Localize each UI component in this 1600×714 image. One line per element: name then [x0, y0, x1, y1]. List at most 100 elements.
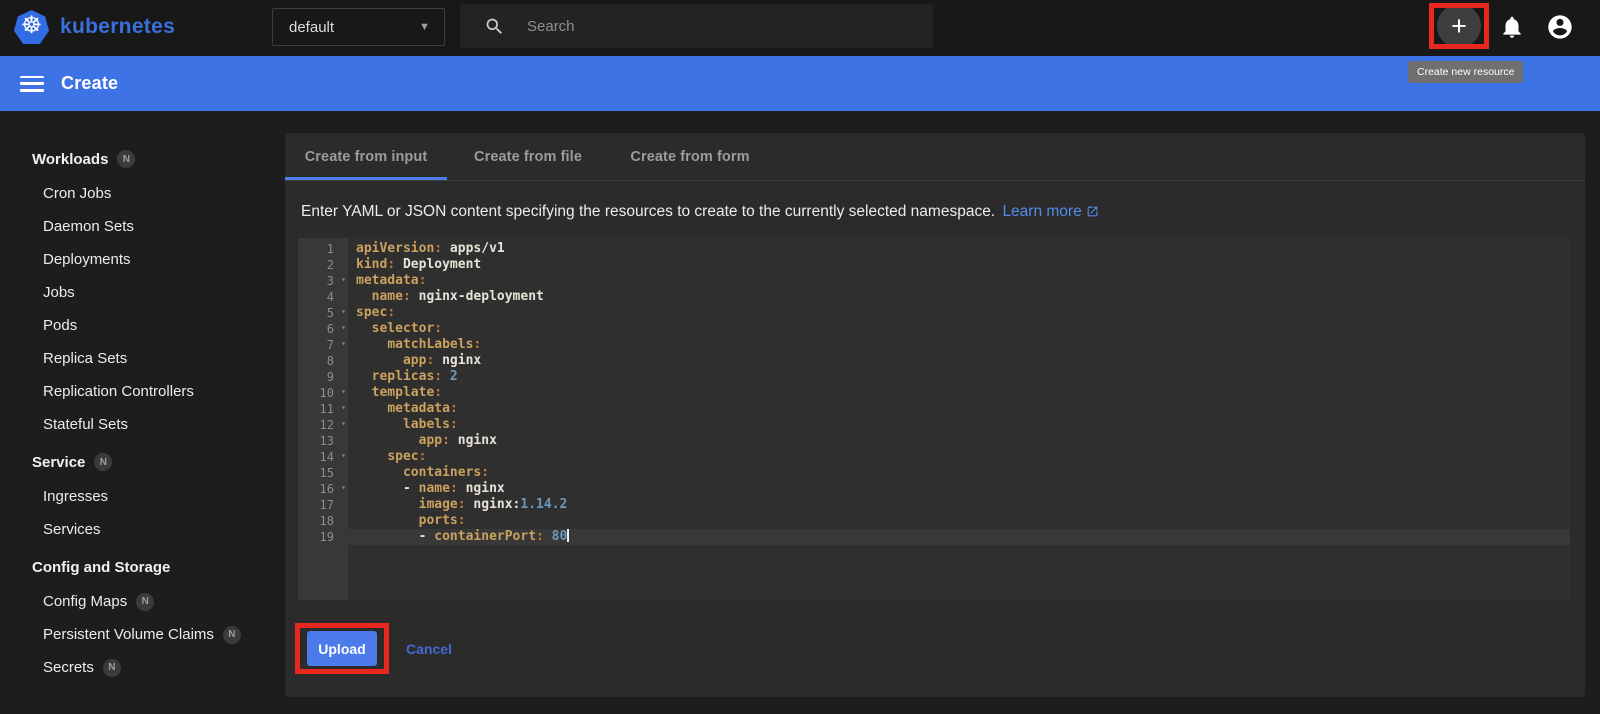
sidebar-item-ingresses[interactable]: Ingresses [0, 480, 285, 513]
menu-icon[interactable] [20, 75, 44, 92]
search-bar[interactable] [460, 4, 933, 48]
sidebar-item-stateful-sets[interactable]: Stateful Sets [0, 408, 285, 441]
sidebar-item-label: Ingresses [43, 488, 109, 505]
code-line: metadata: [356, 273, 427, 288]
line-number: 9 [326, 370, 334, 384]
editor-code: apiVersion: apps/v1 kind: Deployment metad… [348, 238, 1570, 545]
fold-marker-icon[interactable]: ▾ [341, 419, 346, 429]
sidebar-item-label: Pods [43, 317, 78, 334]
code-line: replicas: 2 [371, 369, 458, 384]
line-number: 15 [319, 466, 334, 480]
external-link-icon [1087, 206, 1098, 217]
sidebar-item-pods[interactable]: Pods [0, 309, 285, 342]
code-line: ports: [418, 513, 466, 528]
line-number: 13 [319, 434, 334, 448]
namespace-value: default [289, 18, 335, 36]
sidebar-item-label: Secrets [43, 659, 94, 676]
sidebar-item-daemon-sets[interactable]: Daemon Sets [0, 210, 285, 243]
sidebar-item-secrets[interactable]: Secrets N [0, 651, 285, 684]
search-icon [486, 18, 502, 34]
new-badge: N [117, 150, 136, 168]
line-number: 5 ▾ [326, 306, 346, 320]
line-number: 8 [326, 354, 334, 368]
sidebar-item-label: Jobs [43, 284, 75, 301]
line-number: 6 ▾ [326, 322, 346, 336]
new-badge: N [102, 658, 121, 677]
account-icon [1548, 14, 1572, 39]
upload-button[interactable]: Upload [307, 631, 377, 666]
sidebar-item-persistent-volume-claims[interactable]: Persistent Volume Claims N [0, 618, 285, 651]
yaml-editor[interactable]: 1 2 3 ▾ 4 5 ▾ 6 ▾ 7 ▾ 8 9 10 ▾ 11 ▾ 12 ▾ 13 14 ▾ 15 16 ▾ 17 18 19 a… [298, 238, 1570, 600]
kubernetes-logo: ☸ [14, 10, 49, 44]
line-number: 14 ▾ [319, 450, 346, 464]
line-number: 4 [326, 290, 334, 304]
new-badge: N [94, 453, 113, 471]
code-line: app: nginx [418, 433, 497, 448]
code-line: labels: [402, 417, 458, 432]
sidebar-item-cron-jobs[interactable]: Cron Jobs [0, 177, 285, 210]
code-line: name: nginx-deployment [371, 289, 544, 304]
fold-marker-icon[interactable]: ▾ [341, 483, 346, 493]
brand-title: kubernetes [60, 15, 176, 38]
editor-gutter: 1 2 3 ▾ 4 5 ▾ 6 ▾ 7 ▾ 8 9 10 ▾ 11 ▾ 12 ▾ 13 14 ▾ 15 16 ▾ 17 18 19 [298, 238, 348, 600]
code-line: matchLabels: [387, 337, 482, 352]
form-actions: Upload Cancel [285, 623, 1585, 674]
code-line: spec: [356, 305, 396, 320]
tab-create-from-form[interactable]: Create from form [609, 133, 771, 180]
search-input[interactable] [527, 17, 907, 35]
sidebar-section-config-and-storage[interactable]: Config and Storage [0, 554, 285, 580]
sidebar-section-service[interactable]: Service N [0, 449, 285, 475]
line-number: 12 ▾ [319, 418, 346, 432]
sidebar-item-replica-sets[interactable]: Replica Sets [0, 342, 285, 375]
sidebar-item-label: Config Maps [43, 593, 128, 610]
code-line: containers: [402, 465, 490, 480]
create-new-resource-button[interactable]: + [1437, 4, 1481, 48]
fold-marker-icon[interactable]: ▾ [341, 339, 346, 349]
code-line: metadata: [387, 401, 458, 416]
sidebar-item-deployments[interactable]: Deployments [0, 243, 285, 276]
line-number: 19 [319, 530, 334, 544]
fold-marker-icon[interactable]: ▾ [341, 387, 346, 397]
code-line: - containerPort: 80 [348, 529, 1570, 545]
line-number: 17 [319, 498, 334, 512]
fold-marker-icon[interactable]: ▾ [341, 307, 346, 317]
line-number: 1 [326, 242, 334, 256]
create-panel: Create from input Create from file Create … [285, 133, 1585, 697]
new-badge: N [136, 592, 155, 611]
fold-marker-icon[interactable]: ▾ [341, 275, 346, 285]
content-area: Workloads N Cron Jobs Daemon Sets Deployment… [0, 111, 1600, 714]
section-label: Config and Storage [32, 558, 171, 576]
line-number: 3 ▾ [326, 274, 346, 288]
notifications-button[interactable] [1494, 10, 1530, 46]
section-label: Workloads [32, 150, 109, 168]
line-number: 16 ▾ [319, 482, 346, 496]
sidebar-item-jobs[interactable]: Jobs [0, 276, 285, 309]
tooltip-create-new-resource: Create new resource [1408, 61, 1524, 83]
sidebar-item-label: Replication Controllers [43, 383, 194, 400]
code-line: apiVersion: apps/v1 [356, 241, 505, 256]
cancel-button[interactable]: Cancel [406, 641, 452, 657]
account-button[interactable] [1542, 10, 1578, 46]
line-number: 11 ▾ [319, 402, 346, 416]
sidebar-item-label: Services [43, 521, 101, 538]
sidebar-section-workloads[interactable]: Workloads N [0, 146, 285, 172]
annotation-box-upload: Upload [295, 623, 389, 674]
code-line: spec: [387, 449, 427, 464]
new-badge: N [222, 625, 241, 644]
sidebar-item-replication-controllers[interactable]: Replication Controllers [0, 375, 285, 408]
learn-more-link[interactable]: Learn more [1002, 203, 1098, 220]
fold-marker-icon[interactable]: ▾ [341, 403, 346, 413]
namespace-selector[interactable]: default ▼ [272, 8, 445, 46]
sidebar-item-config-maps[interactable]: Config Maps N [0, 585, 285, 618]
sidebar: Workloads N Cron Jobs Daemon Sets Deployment… [0, 111, 285, 714]
tab-create-from-input[interactable]: Create from input [285, 133, 447, 180]
code-line: template: [371, 385, 443, 400]
tab-create-from-file[interactable]: Create from file [447, 133, 609, 180]
top-app-bar: ☸ kubernetes default ▼ + [0, 0, 1600, 56]
fold-marker-icon[interactable]: ▾ [341, 323, 346, 333]
fold-marker-icon[interactable]: ▾ [341, 451, 346, 461]
sidebar-item-label: Persistent Volume Claims [43, 626, 214, 643]
sidebar-item-services[interactable]: Services [0, 513, 285, 546]
code-line: image: nginx:1.14.2 [418, 497, 568, 512]
line-number: 18 [319, 514, 334, 528]
